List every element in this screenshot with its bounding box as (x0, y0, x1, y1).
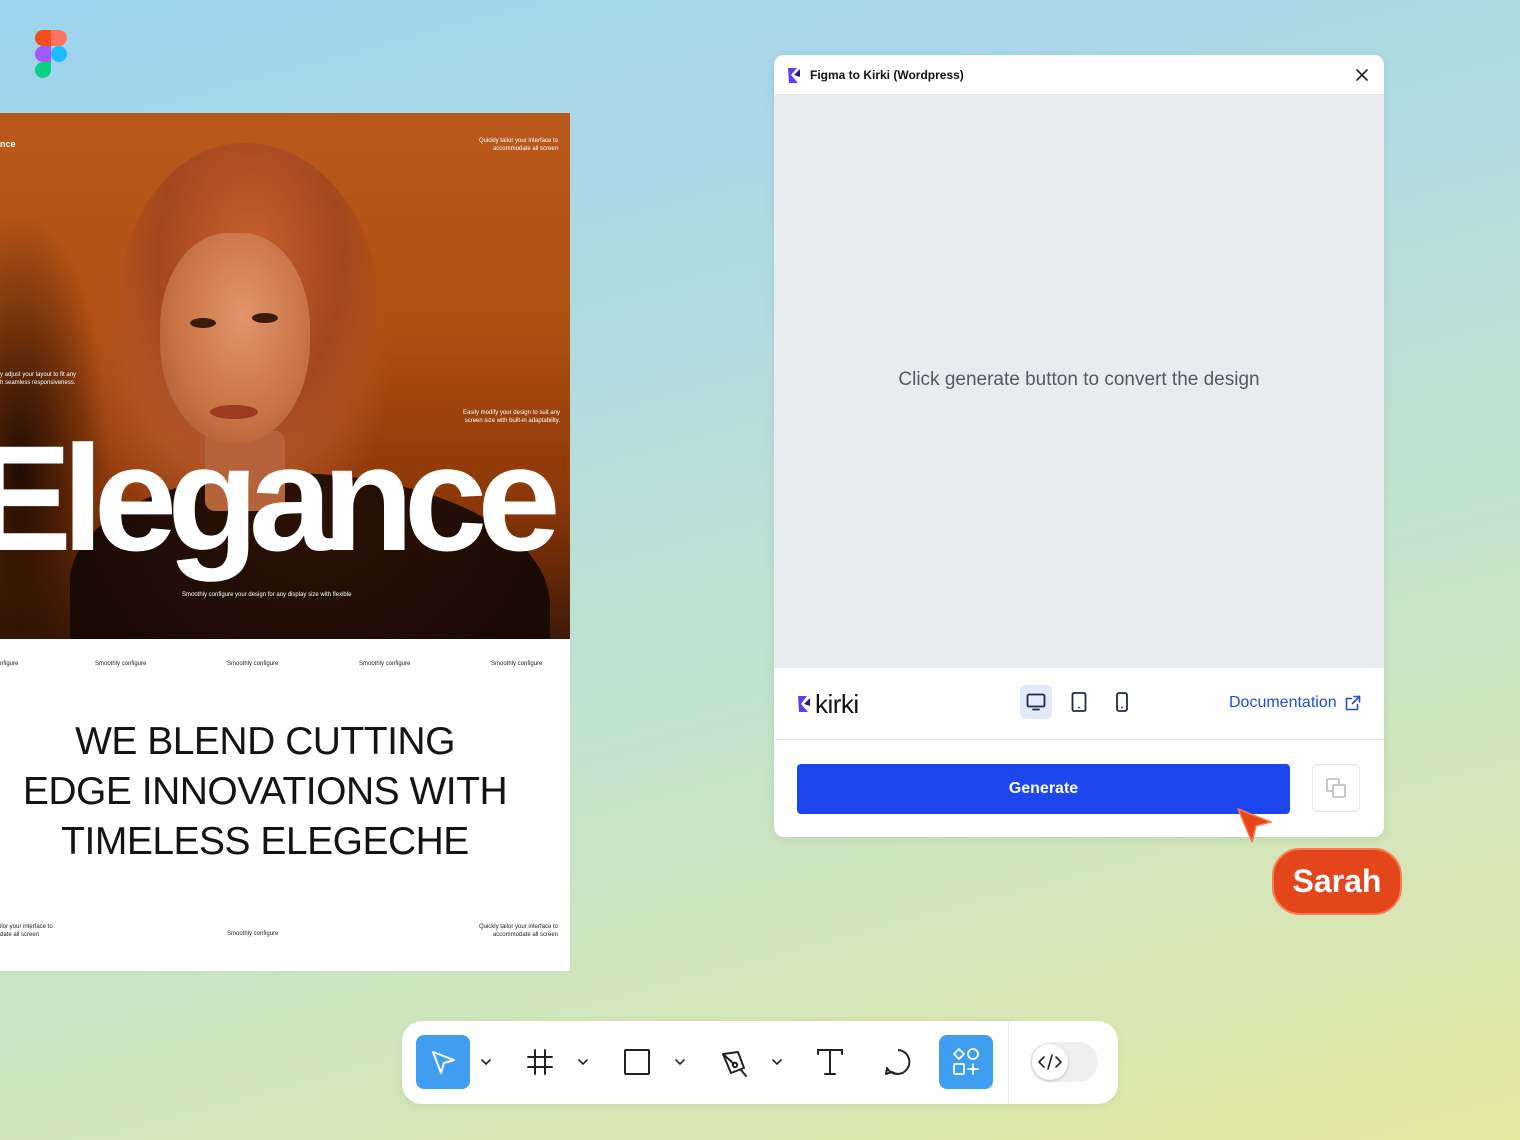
tablet-icon (1071, 692, 1087, 712)
pen-tool-button[interactable] (707, 1035, 761, 1089)
dev-mode-toggle[interactable] (1030, 1042, 1098, 1082)
strip-item: Smoothly configure (227, 661, 279, 667)
assets-tool-button[interactable] (939, 1035, 993, 1089)
strip-item: Smoothly configure (491, 661, 543, 667)
phone-icon (1116, 692, 1128, 712)
copy-button[interactable] (1312, 764, 1360, 812)
documentation-label: Documentation (1229, 694, 1337, 711)
text-icon (817, 1049, 843, 1075)
close-icon[interactable] (1354, 67, 1370, 83)
frame-tool-dropdown[interactable] (576, 1055, 590, 1069)
hero-image: nce Quickly tailor your interface to acc… (0, 113, 570, 639)
strip-item: Smoothly configure (359, 661, 411, 667)
move-tool-dropdown[interactable] (479, 1055, 493, 1069)
collaborator-name-tag: Sarah (1272, 848, 1402, 915)
chevron-down-icon (772, 1059, 782, 1065)
collaborator-cursor-icon (1237, 808, 1272, 843)
frame-icon (527, 1049, 553, 1075)
rectangle-tool-dropdown[interactable] (673, 1055, 687, 1069)
assets-icon (953, 1048, 979, 1075)
move-cursor-icon (432, 1051, 455, 1074)
kirki-logo-icon (788, 68, 800, 83)
hero-top-right-text: Quickly tailor your interface to accommo… (478, 138, 558, 152)
monitor-icon (1026, 693, 1046, 711)
footer-center-text: Smoothly configure (227, 931, 279, 937)
chevron-down-icon (578, 1059, 588, 1065)
dev-mode-knob (1032, 1044, 1068, 1080)
preview-area: Click generate button to convert the des… (774, 95, 1384, 668)
plugin-header: Figma to Kirki (Wordpress) (774, 55, 1384, 95)
device-desktop-button[interactable] (1020, 685, 1052, 719)
pen-icon (722, 1051, 747, 1077)
hero-left-mid-text: y adjust your layout to fit any h seamle… (0, 372, 77, 386)
footer-left-text: ilor your interface to date all screen (0, 924, 53, 938)
strip-item: nfigure (0, 661, 19, 667)
rectangle-icon (624, 1049, 650, 1075)
chevron-down-icon (481, 1059, 491, 1065)
documentation-link[interactable]: Documentation (1229, 694, 1361, 712)
kirki-mark-icon (798, 696, 810, 712)
footer-right-text: Quickly tailor your interface to accommo… (478, 924, 558, 938)
bottom-toolbar (402, 1021, 1118, 1104)
kirki-wordmark: kirki (815, 689, 859, 719)
plugin-title: Figma to Kirki (Wordpress) (810, 68, 964, 82)
hero-caption: Smoothly configure your design for any d… (182, 592, 352, 598)
comment-icon (885, 1049, 911, 1075)
hero-portrait-eye (252, 313, 278, 323)
device-tablet-button[interactable] (1063, 685, 1095, 719)
hero-big-word: Elegance (0, 414, 561, 582)
copy-icon (1326, 778, 1346, 798)
design-headline: WE BLEND CUTTING EDGE INNOVATIONS WITH T… (22, 720, 508, 863)
frame-tool-button[interactable] (513, 1035, 567, 1089)
hero-brand-text: nce (0, 139, 16, 149)
plugin-toolbar: kirki Documentation (774, 668, 1384, 740)
strip-item: Smoothly configure (95, 661, 147, 667)
preview-message: Click generate button to convert the des… (898, 369, 1260, 390)
device-mobile-button[interactable] (1106, 685, 1138, 719)
text-tool-button[interactable] (803, 1035, 857, 1089)
comment-tool-button[interactable] (871, 1035, 925, 1089)
toolbar-divider (1008, 1021, 1009, 1104)
plugin-window: Figma to Kirki (Wordpress) Click generat… (774, 55, 1384, 837)
design-artboard[interactable]: nce Quickly tailor your interface to acc… (0, 113, 570, 971)
hero-portrait-eye (190, 318, 216, 328)
rectangle-tool-button[interactable] (610, 1035, 664, 1089)
move-tool-button[interactable] (416, 1035, 470, 1089)
figma-logo-icon[interactable] (35, 30, 67, 80)
pen-tool-dropdown[interactable] (770, 1055, 784, 1069)
external-link-icon (1345, 695, 1360, 711)
chevron-down-icon (675, 1059, 685, 1065)
generate-button[interactable]: Generate (797, 764, 1290, 814)
kirki-logo: kirki (796, 690, 859, 718)
code-icon (1038, 1054, 1062, 1070)
